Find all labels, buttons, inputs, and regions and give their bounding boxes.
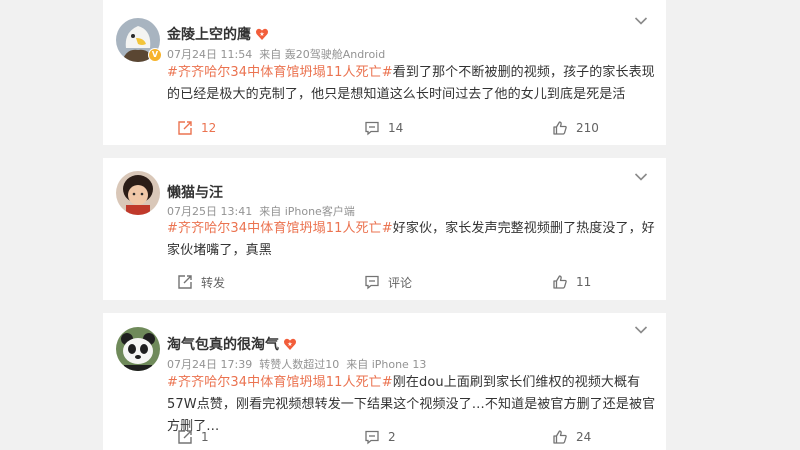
post-source: 来自 iPhone 13: [346, 358, 427, 371]
chevron-down-icon[interactable]: [634, 325, 648, 335]
post-content: #齐齐哈尔34中体育馆坍塌11人死亡#好家伙，家长发声完整视频删了热度没了，好家…: [167, 218, 657, 262]
svg-text:★: ★: [287, 341, 292, 348]
comment-card: 懒猫与汪 07月25日 13:41 来自 iPhone客户端 #齐齐哈尔34中体育…: [103, 158, 666, 300]
topic-hashtag-link[interactable]: #齐齐哈尔34中体育馆坍塌11人死亡#: [167, 375, 393, 390]
verified-icon: V: [148, 48, 162, 62]
username-text: 金陵上空的鹰: [167, 27, 251, 43]
like-button[interactable]: 24: [552, 427, 591, 447]
like-icon: [553, 121, 567, 135]
panda-avatar-image: [116, 327, 160, 371]
username-text: 懒猫与汪: [167, 185, 223, 201]
post-time: 07月24日 11:54: [167, 48, 253, 61]
repost-button[interactable]: 转发: [177, 272, 225, 292]
like-button[interactable]: 11: [552, 272, 591, 292]
comment-card: V 金陵上空的鹰 ★ 07月24日 11:54 来自 轰20驾驶舱Android #…: [103, 0, 666, 145]
comment-card: 淘气包真的很淘气 ★ 07月24日 17:39 转赞人数超过10 来自 iPhone …: [103, 313, 666, 450]
post-content: #齐齐哈尔34中体育馆坍塌11人死亡#看到了那个不断被删的视频，孩子的家长表现的…: [167, 62, 657, 106]
topic-hashtag-link[interactable]: #齐齐哈尔34中体育馆坍塌11人死亡#: [167, 221, 393, 236]
like-count: 11: [576, 275, 592, 289]
fan-level-icon: ★: [256, 28, 268, 40]
comment-icon: [365, 121, 379, 136]
action-bar: 转发 评论 11: [167, 272, 657, 292]
like-icon: [553, 275, 567, 289]
like-button[interactable]: 210: [552, 118, 599, 138]
username[interactable]: 金陵上空的鹰 ★: [167, 24, 269, 44]
post-time: 07月24日 17:39: [167, 358, 253, 371]
comment-button[interactable]: 评论: [364, 272, 412, 292]
post-meta: 07月25日 13:41 来自 iPhone客户端: [167, 203, 362, 219]
topic-hashtag-link[interactable]: #齐齐哈尔34中体育馆坍塌11人死亡#: [167, 65, 393, 80]
action-bar: 12 14 210: [167, 118, 657, 138]
post-source: 来自 iPhone客户端: [259, 205, 355, 218]
like-icon: [553, 430, 567, 444]
comment-button[interactable]: 14: [364, 118, 403, 138]
comment-column: V 金陵上空的鹰 ★ 07月24日 11:54 来自 轰20驾驶舱Android #…: [103, 0, 666, 450]
post-time: 07月25日 13:41: [167, 205, 253, 218]
username[interactable]: 淘气包真的很淘气 ★: [167, 334, 297, 354]
repost-icon: [178, 430, 192, 444]
comment-count: 14: [388, 121, 404, 135]
comment-icon: [365, 430, 379, 445]
comment-label: 评论: [388, 275, 413, 290]
chevron-down-icon[interactable]: [634, 172, 648, 182]
chevron-down-icon[interactable]: [634, 16, 648, 26]
username-text: 淘气包真的很淘气: [167, 337, 279, 353]
avatar[interactable]: [116, 171, 160, 215]
avatar[interactable]: [116, 327, 160, 371]
post-source: 来自 轰20驾驶舱Android: [259, 48, 386, 61]
comment-icon: [365, 275, 379, 290]
svg-text:★: ★: [259, 31, 264, 38]
comment-count: 2: [388, 430, 396, 444]
repost-button[interactable]: 12: [177, 118, 216, 138]
repost-count: 1: [201, 430, 209, 444]
weibo-comment-feed: V 金陵上空的鹰 ★ 07月24日 11:54 来自 轰20驾驶舱Android #…: [0, 0, 800, 450]
post-meta: 07月24日 11:54 来自 轰20驾驶舱Android: [167, 46, 392, 62]
like-count: 210: [576, 121, 599, 135]
repost-icon: [178, 121, 192, 135]
action-bar: 1 2 24: [167, 427, 657, 447]
child-avatar-image: [116, 171, 160, 215]
repost-button[interactable]: 1: [177, 427, 209, 447]
repost-label: 转发: [201, 275, 226, 290]
like-count: 24: [576, 430, 592, 444]
comment-button[interactable]: 2: [364, 427, 396, 447]
repost-count: 12: [201, 121, 217, 135]
fan-level-icon: ★: [284, 338, 296, 350]
post-meta: 07月24日 17:39 转赞人数超过10 来自 iPhone 13: [167, 356, 433, 372]
repost-icon: [178, 275, 192, 289]
post-repost-threshold: 转赞人数超过10: [259, 358, 340, 371]
username[interactable]: 懒猫与汪: [167, 182, 223, 202]
